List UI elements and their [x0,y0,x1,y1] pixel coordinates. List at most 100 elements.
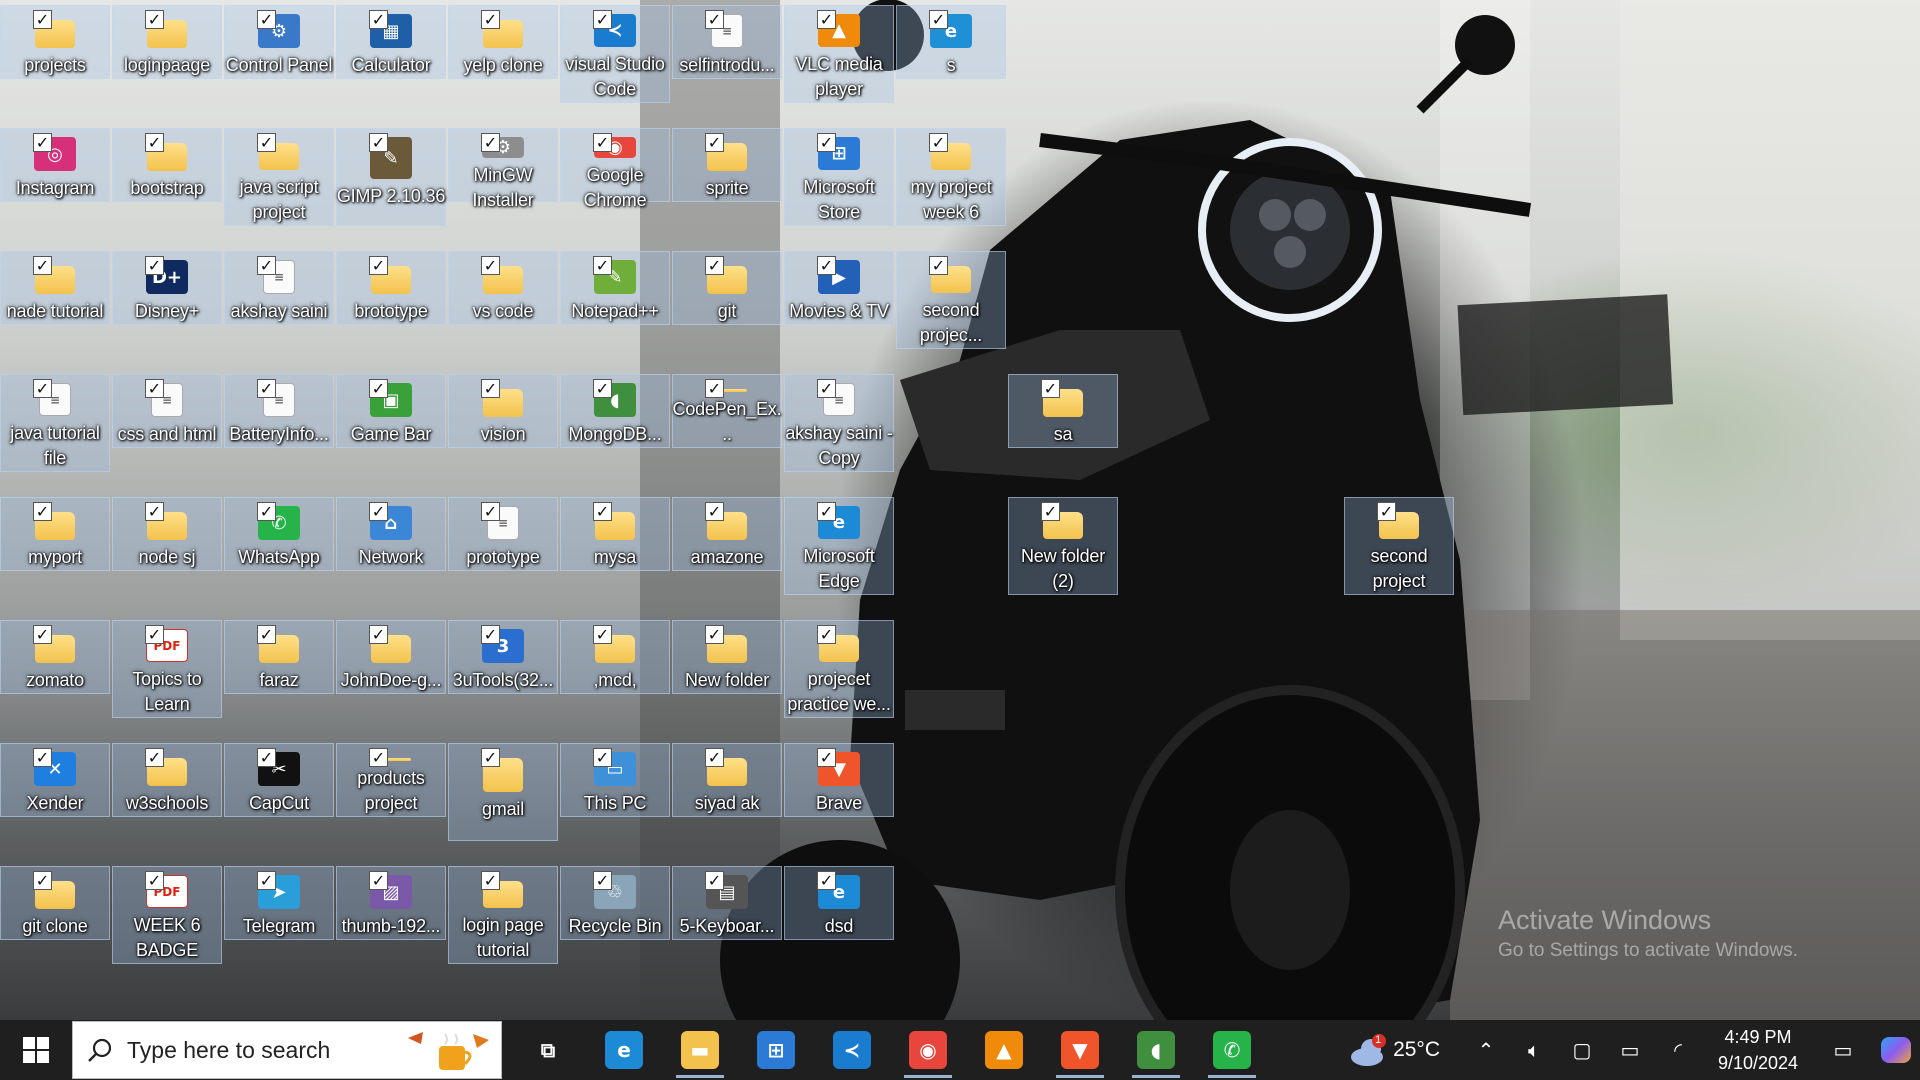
desktop-icon-recycle-bin[interactable]: ✓ ♲ Recycle Bin [560,866,670,940]
desktop-icon-products-project[interactable]: ✓ products project [336,743,446,817]
desktop-icon-3utools-32[interactable]: ✓ 3 3uTools(32... [448,620,558,694]
desktop-icon-calculator[interactable]: ✓ ▦ Calculator [336,5,446,79]
desktop-icon-topics-to-learn[interactable]: ✓ PDF Topics to Learn [112,620,222,718]
selection-checkbox[interactable]: ✓ [257,871,276,890]
selection-checkbox[interactable]: ✓ [705,748,724,767]
selection-checkbox[interactable]: ✓ [705,133,724,152]
selection-checkbox[interactable]: ✓ [817,10,836,29]
taskbar-task-view-button[interactable]: ⧉ [510,1020,586,1080]
selection-checkbox[interactable]: ✓ [369,379,388,398]
desktop-icon-week-6-badge[interactable]: ✓ PDF WEEK 6 BADGE [112,866,222,964]
taskbar-brave-button[interactable]: ▼ [1042,1020,1118,1080]
desktop-icon-mcd[interactable]: ✓ ,mcd, [560,620,670,694]
selection-checkbox[interactable]: ✓ [145,10,164,29]
desktop-icon-mingw-installer[interactable]: ✓ ⚙ MinGW Installer [448,128,558,210]
desktop-icon-capcut[interactable]: ✓ ✂ CapCut [224,743,334,817]
selection-checkbox[interactable]: ✓ [593,256,612,275]
desktop-icon-w3schools[interactable]: ✓ w3schools [112,743,222,817]
selection-checkbox[interactable]: ✓ [369,502,388,521]
selection-checkbox[interactable]: ✓ [481,379,500,398]
desktop-icon-johndoe-g[interactable]: ✓ JohnDoe-g... [336,620,446,694]
selection-checkbox[interactable]: ✓ [817,379,836,398]
selection-checkbox[interactable]: ✓ [145,871,164,890]
desktop-icon-gmail[interactable]: ✓ gmail [448,743,558,841]
desktop-icon-google-chrome[interactable]: ✓ ◉ Google Chrome [560,128,670,210]
selection-checkbox[interactable]: ✓ [929,10,948,29]
selection-checkbox[interactable]: ✓ [145,502,164,521]
wifi-icon[interactable]: ◜ [1654,1020,1702,1080]
selection-checkbox[interactable]: ✓ [593,871,612,890]
desktop-icon-bootstrap[interactable]: ✓ bootstrap [112,128,222,202]
selection-checkbox[interactable]: ✓ [817,133,836,152]
desktop-icon-projecet-practice-we[interactable]: ✓ projecet practice we... [784,620,894,718]
desktop-icon-java-tutorial-file[interactable]: ✓ ≡ java tutorial file [0,374,110,472]
selection-checkbox[interactable]: ✓ [145,748,164,767]
selection-checkbox[interactable]: ✓ [257,10,276,29]
desktop-icon-disney[interactable]: ✓ D+ Disney+ [112,251,222,325]
desktop-icon-git-clone[interactable]: ✓ git clone [0,866,110,940]
desktop-icon-second-projec[interactable]: ✓ second projec... [896,251,1006,349]
selection-checkbox[interactable]: ✓ [817,871,836,890]
selection-checkbox[interactable]: ✓ [145,256,164,275]
desktop-icon-faraz[interactable]: ✓ faraz [224,620,334,694]
selection-checkbox[interactable]: ✓ [481,625,500,644]
selection-checkbox[interactable]: ✓ [1041,379,1060,398]
selection-checkbox[interactable]: ✓ [481,133,500,152]
selection-checkbox[interactable]: ✓ [145,133,164,152]
taskbar-clock[interactable]: 4:49 PM 9/10/2024 [1702,1024,1814,1076]
selection-checkbox[interactable]: ✓ [593,133,612,152]
meet-now-icon[interactable]: ▢ [1558,1020,1606,1080]
taskbar-edge-button[interactable]: e [586,1020,662,1080]
selection-checkbox[interactable]: ✓ [33,256,52,275]
desktop-icon-microsoft-edge[interactable]: ✓ e Microsoft Edge [784,497,894,595]
selection-checkbox[interactable]: ✓ [481,10,500,29]
selection-checkbox[interactable]: ✓ [481,502,500,521]
selection-checkbox[interactable]: ✓ [705,625,724,644]
selection-checkbox[interactable]: ✓ [257,256,276,275]
selection-checkbox[interactable]: ✓ [1377,502,1396,521]
desktop-icon-java-script-project[interactable]: ✓ java script project [224,128,334,226]
desktop-icon-thumb-192[interactable]: ✓ ▨ thumb-192... [336,866,446,940]
selection-checkbox[interactable]: ✓ [33,502,52,521]
selection-checkbox[interactable]: ✓ [257,133,276,152]
desktop-icon-loginpaage[interactable]: ✓ loginpaage [112,5,222,79]
selection-checkbox[interactable]: ✓ [257,502,276,521]
battery-icon[interactable]: ▭ [1606,1020,1654,1080]
selection-checkbox[interactable]: ✓ [33,10,52,29]
desktop-icon-microsoft-store[interactable]: ✓ ⊞ Microsoft Store [784,128,894,226]
selection-checkbox[interactable]: ✓ [257,379,276,398]
desktop-icon-mysa[interactable]: ✓ mysa [560,497,670,571]
desktop-icon-node-sj[interactable]: ✓ node sj [112,497,222,571]
selection-checkbox[interactable]: ✓ [481,748,500,767]
desktop-icon-zomato[interactable]: ✓ zomato [0,620,110,694]
desktop-icon-gimp-2-10-36[interactable]: ✓ ✎ GIMP 2.10.36 [336,128,446,226]
taskbar-search-box[interactable]: Type here to search [72,1021,502,1079]
desktop-icon-game-bar[interactable]: ✓ ▣ Game Bar [336,374,446,448]
selection-checkbox[interactable]: ✓ [481,871,500,890]
desktop-icon-vlc-media-player[interactable]: ✓ ▲ VLC media player [784,5,894,103]
desktop-icon-projects[interactable]: ✓ projects [0,5,110,79]
selection-checkbox[interactable]: ✓ [593,379,612,398]
copilot-icon[interactable] [1872,1020,1920,1080]
desktop-icon-instagram[interactable]: ✓ ◎ Instagram [0,128,110,202]
taskbar-file-explorer-button[interactable]: ▬ [662,1020,738,1080]
desktop-icon-login-page-tutorial[interactable]: ✓ login page tutorial [448,866,558,964]
show-hidden-icons-chevron-icon[interactable]: ⌃ [1462,1020,1510,1080]
selection-checkbox[interactable]: ✓ [33,379,52,398]
desktop-icon-visual-studio-code[interactable]: ✓ ≺ visual Studio Code [560,5,670,103]
desktop-icon-siyad-ak[interactable]: ✓ siyad ak [672,743,782,817]
selection-checkbox[interactable]: ✓ [369,625,388,644]
selection-checkbox[interactable]: ✓ [369,133,388,152]
desktop-icon-network[interactable]: ✓ ⌂ Network [336,497,446,571]
selection-checkbox[interactable]: ✓ [257,748,276,767]
desktop-icon-amazone[interactable]: ✓ amazone [672,497,782,571]
notifications-icon[interactable]: ▭ [1814,1020,1872,1080]
desktop-icon-css-and-html[interactable]: ✓ ≡ css and html [112,374,222,448]
selection-checkbox[interactable]: ✓ [705,256,724,275]
selection-checkbox[interactable]: ✓ [145,625,164,644]
selection-checkbox[interactable]: ✓ [369,10,388,29]
selection-checkbox[interactable]: ✓ [33,871,52,890]
desktop-icon-telegram[interactable]: ✓ ➤ Telegram [224,866,334,940]
selection-checkbox[interactable]: ✓ [817,502,836,521]
selection-checkbox[interactable]: ✓ [593,502,612,521]
